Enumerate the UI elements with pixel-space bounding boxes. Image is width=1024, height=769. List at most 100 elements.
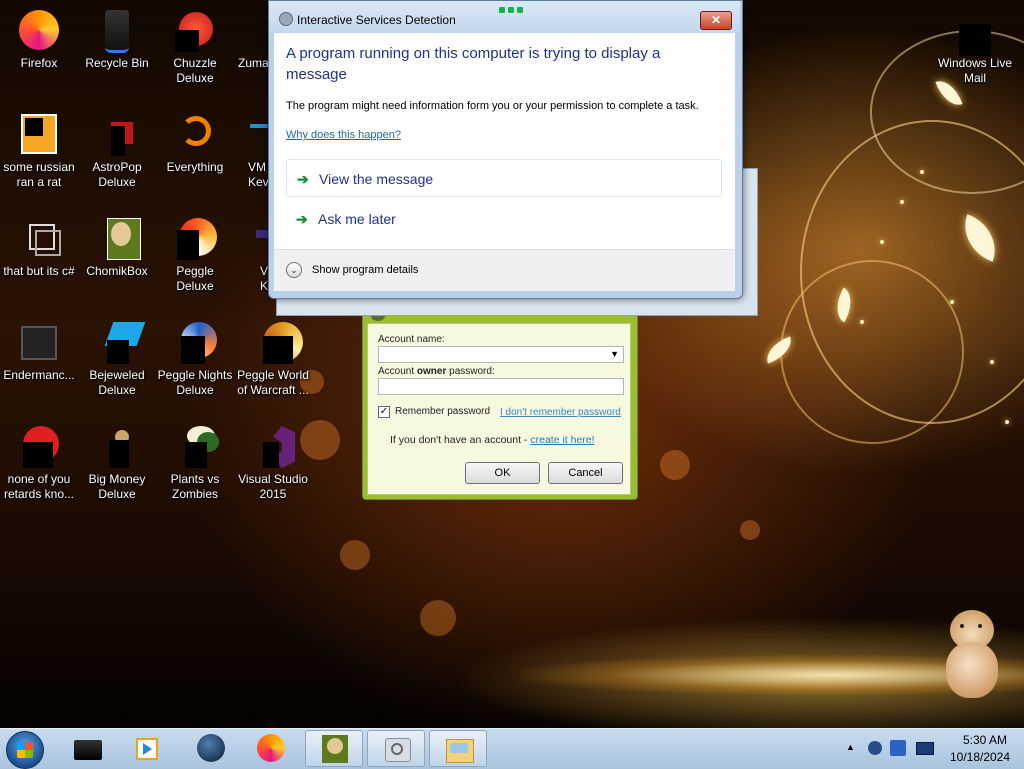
chomikbox-icon — [320, 735, 350, 763]
gear-icon — [279, 12, 293, 26]
sparkle — [900, 200, 904, 204]
desktop-icon-firefox[interactable]: Firefox — [0, 2, 78, 71]
remember-password-checkbox[interactable]: ✓ — [378, 406, 390, 418]
close-button[interactable]: ✕ — [700, 11, 732, 30]
network-status-icon[interactable] — [868, 741, 882, 755]
password-label: Account owner password: — [378, 366, 495, 377]
clock-date[interactable]: 10/18/2024 — [940, 750, 1020, 764]
desktop-icon-visual-studio[interactable]: Visual Studio 2015 — [234, 418, 312, 502]
system-tray: ▲ 5:30 AM 10/18/2024 — [840, 729, 1024, 769]
dialog-headline: A program running on this computer is tr… — [286, 45, 661, 83]
sparkle — [1005, 420, 1009, 424]
terminal-icon — [15, 318, 63, 366]
shortcut-window-icon — [15, 214, 63, 262]
taskbar-item-settings-app[interactable] — [367, 730, 425, 767]
dropdown-arrow-icon: ▼ — [610, 349, 619, 359]
window-title: Interactive Services Detection — [297, 13, 456, 27]
account-form: Account name: ▼ Account owner password: … — [367, 323, 631, 495]
desktop-icon-astropop[interactable]: AstroPop Deluxe — [78, 106, 156, 190]
taskbar-item-globe[interactable] — [182, 730, 240, 767]
cancel-button[interactable]: Cancel — [548, 462, 623, 484]
ok-button[interactable]: OK — [465, 462, 540, 484]
taskbar-item-folder-window[interactable] — [429, 730, 487, 767]
forgot-password-link[interactable]: I don't remember password — [500, 407, 621, 418]
notch-indicator — [497, 5, 525, 15]
desktop-icon-windows-live-mail[interactable]: Windows Live Mail — [935, 2, 1015, 86]
money-bag-icon — [93, 422, 141, 470]
show-hidden-icons-button[interactable]: ▲ — [846, 742, 855, 752]
desktop-icon-big-money[interactable]: Big Money Deluxe — [78, 418, 156, 502]
sparkle — [920, 170, 924, 174]
taskbar-item-firefox[interactable] — [242, 730, 300, 767]
why-does-this-happen-link[interactable]: Why does this happen? — [286, 129, 401, 141]
hamster-pet[interactable] — [944, 604, 1002, 700]
green-arrow-icon: ➔ — [296, 211, 308, 227]
show-program-details-toggle[interactable]: Show program details — [312, 264, 418, 276]
taskbar-item-media-player[interactable] — [118, 730, 176, 767]
create-account-link[interactable]: create it here! — [530, 434, 594, 446]
display-icon[interactable] — [916, 742, 934, 755]
taskbar: ▲ 5:30 AM 10/18/2024 — [0, 728, 1024, 769]
desktop-icon-plants-vs-zombies[interactable]: Plants vs Zombies — [156, 418, 234, 502]
view-message-button[interactable]: ➔ View the message — [286, 159, 722, 197]
visual-studio-icon — [249, 422, 297, 470]
sparkle — [950, 300, 954, 304]
peggle-wow-icon — [249, 318, 303, 366]
desktop-icon-peggle-world-of-warcraft[interactable]: Peggle World of Warcraft ... — [234, 314, 312, 398]
chuzzle-icon — [171, 6, 219, 54]
bejeweled-icon — [93, 318, 146, 366]
desktop-icon-chuzzle[interactable]: Chuzzle Deluxe — [156, 2, 234, 86]
ask-me-later-button[interactable]: ➔ Ask me later — [286, 200, 722, 238]
desktop-icon-recycle-bin[interactable]: Recycle Bin — [78, 2, 156, 71]
everything-search-icon — [171, 110, 219, 158]
interactive-services-detection-dialog: Interactive Services Detection ✕ A progr… — [268, 0, 743, 299]
swirl — [780, 260, 964, 444]
peggle-nights-icon — [171, 318, 219, 366]
desktop-icon-chomikbox[interactable]: ChomikBox — [78, 210, 156, 279]
settings-app-icon — [382, 735, 412, 763]
green-arrow-icon: ➔ — [297, 171, 309, 187]
bokeh-light — [420, 600, 456, 636]
account-name-dropdown[interactable]: ▼ — [378, 346, 624, 363]
media-player-icon — [132, 734, 162, 762]
taskbar-item-chomikbox[interactable] — [305, 730, 363, 767]
taskbar-item-black-box[interactable] — [58, 730, 116, 767]
red-app-icon — [15, 422, 63, 470]
title-bar[interactable]: Interactive Services Detection ✕ — [269, 1, 740, 33]
peggle-icon — [171, 214, 219, 262]
firefox-icon — [256, 734, 286, 762]
dialog-body: A program running on this computer is tr… — [274, 33, 735, 291]
chomikbox-icon — [93, 214, 141, 262]
desktop-icon-peggle-nights[interactable]: Peggle Nights Deluxe — [156, 314, 234, 398]
desktop-icon-bejeweled[interactable]: Bejeweled Deluxe — [78, 314, 156, 398]
bokeh-light — [740, 520, 760, 540]
black-box-icon — [72, 734, 102, 762]
start-button[interactable] — [6, 731, 44, 769]
firefox-icon — [15, 6, 63, 54]
ask-me-later-label: Ask me later — [318, 211, 396, 227]
signup-prompt: If you don't have an account - create it… — [390, 434, 595, 446]
desktop-icon-peggle[interactable]: Peggle Deluxe — [156, 210, 234, 294]
clock-time[interactable]: 5:30 AM — [950, 733, 1020, 747]
desktop-icon-none-of-you[interactable]: none of you retards kno... — [0, 418, 78, 502]
password-input[interactable] — [378, 378, 624, 395]
plants-vs-zombies-icon — [171, 422, 219, 470]
remember-password-label: Remember password — [395, 406, 491, 417]
desktop-icon-everything[interactable]: Everything — [156, 106, 234, 175]
desktop-icon-endermanc[interactable]: Endermanc... — [0, 314, 78, 383]
chevron-down-icon[interactable]: ⌄ — [286, 262, 302, 278]
security-shield-icon[interactable] — [890, 740, 906, 756]
astropop-icon — [93, 110, 141, 158]
account-name-label: Account name: — [378, 334, 445, 345]
dialog-footer: ⌄ Show program details — [274, 249, 735, 291]
account-login-dialog: Account name: ▼ Account owner password: … — [362, 311, 638, 500]
desktop-icon-russian-rat[interactable]: some russian ran a rat — [0, 106, 78, 190]
view-message-label: View the message — [319, 171, 434, 187]
desktop-icon-that-but-csharp[interactable]: that but its c# — [0, 210, 78, 279]
globe-icon — [196, 734, 226, 762]
bokeh-light — [340, 540, 370, 570]
windows-logo-icon — [17, 742, 33, 758]
dialog-description: The program might need information form … — [286, 100, 699, 112]
folder-window-icon — [444, 735, 474, 763]
document-icon — [15, 110, 63, 158]
